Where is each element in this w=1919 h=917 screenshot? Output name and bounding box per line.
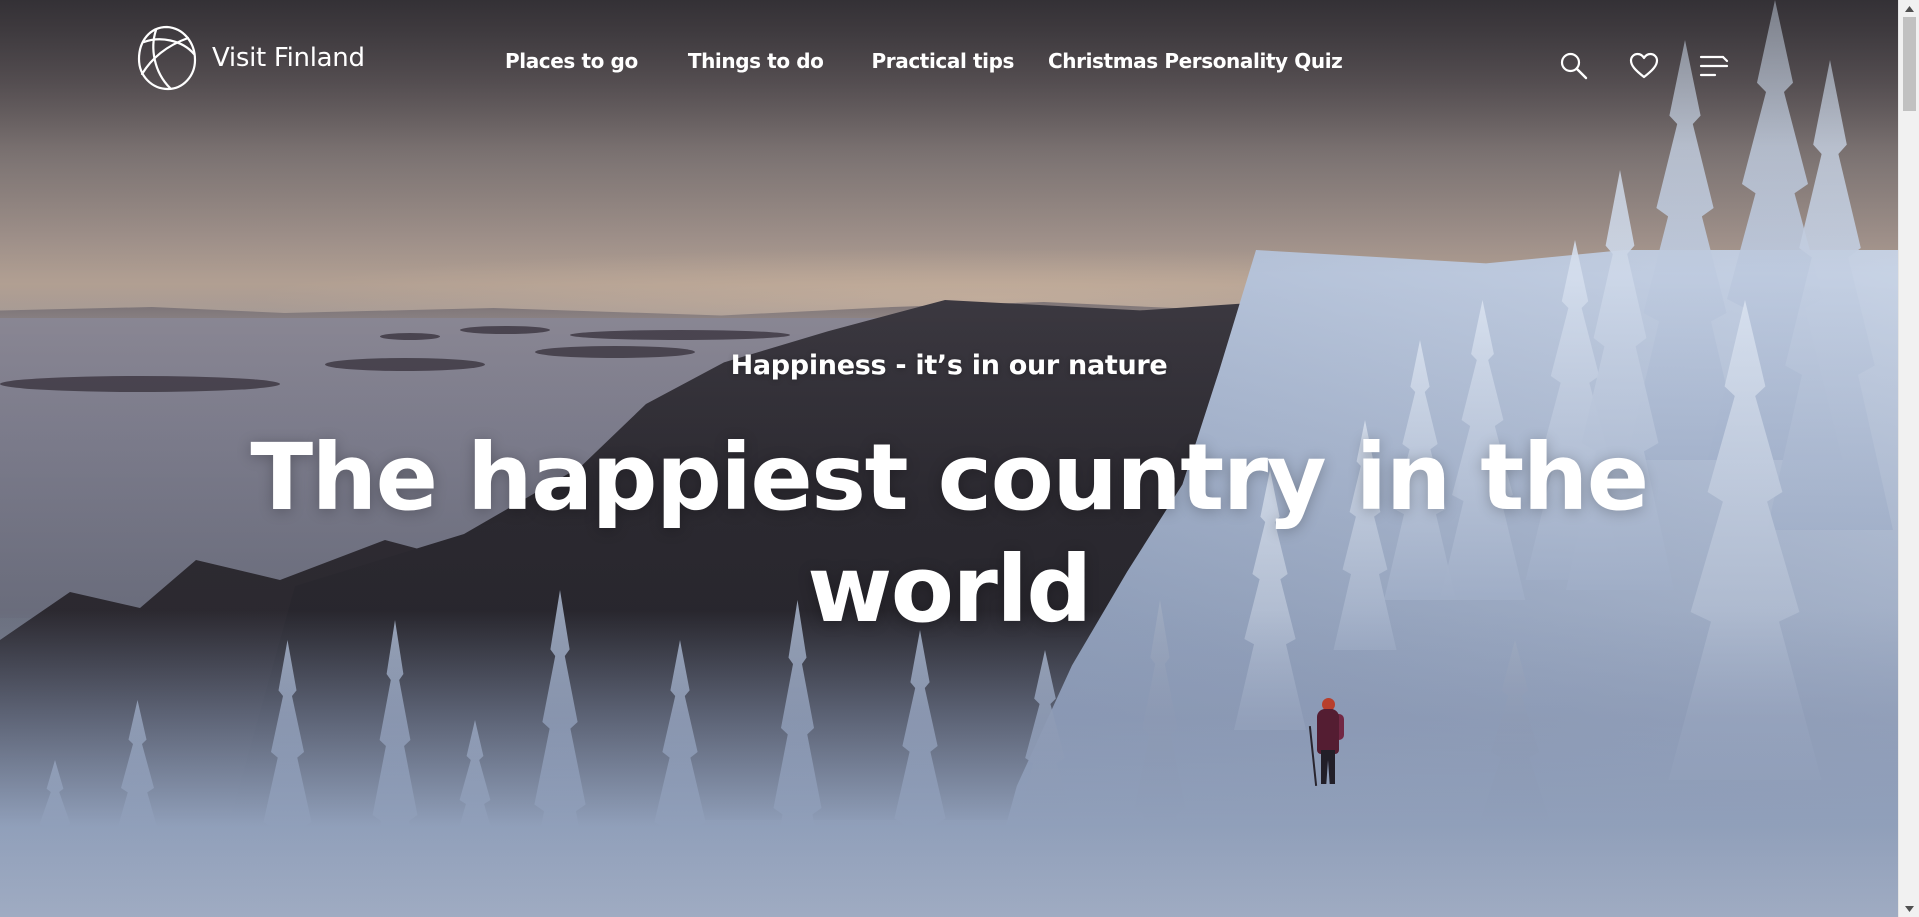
scroll-down-arrow-icon[interactable]: [1899, 900, 1919, 917]
scroll-up-arrow-icon[interactable]: [1899, 0, 1919, 17]
page-scrollbar[interactable]: [1898, 0, 1919, 917]
page-viewport: Visit Finland Places to go Things to do …: [0, 0, 1898, 917]
hero-tagline: Happiness - it’s in our nature: [730, 350, 1168, 381]
hero-title: The happiest country in the world: [250, 424, 1649, 643]
hero-section: Happiness - it’s in our nature The happi…: [0, 0, 1898, 917]
scrollbar-thumb[interactable]: [1903, 17, 1916, 111]
